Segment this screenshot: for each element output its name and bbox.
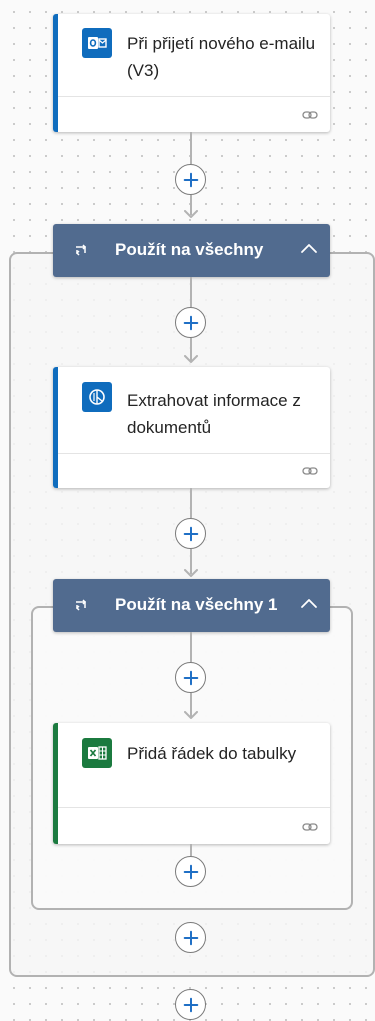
connector-line [190,132,192,164]
connector-line [190,632,192,662]
add-step-button[interactable] [175,856,206,887]
connection-icon[interactable] [302,110,318,120]
plus-icon [182,863,200,881]
card-divider [58,96,330,97]
plus-icon [182,996,200,1014]
extract-accent [53,367,58,488]
connector-line [190,844,192,856]
connection-icon[interactable] [302,822,318,832]
connector-line [190,277,192,307]
add-step-button[interactable] [175,164,206,195]
scope-header-2[interactable]: Použít na všechny 1 [53,579,330,632]
add-step-button[interactable] [175,307,206,338]
arrow-down-icon [184,569,198,578]
extract-card[interactable]: Extrahovat informace z dokumentů [53,367,330,488]
extract-title: Extrahovat informace z dokumentů [127,391,301,437]
excel-title: Přidá řádek do tabulky [127,744,297,763]
scope-header-1[interactable]: Použít na všechny [53,224,330,277]
scope-label-1: Použít na všechny [115,240,264,259]
add-step-button[interactable] [175,662,206,693]
plus-icon [182,314,200,332]
add-step-button[interactable] [175,989,206,1020]
add-step-button[interactable] [175,922,206,953]
plus-icon [182,525,200,543]
excel-card[interactable]: Přidá řádek do tabulky [53,723,330,844]
scope-label-2: Použít na všechny 1 [115,595,278,614]
chevron-up-icon[interactable] [298,238,320,260]
loop-icon [73,244,89,256]
chevron-up-icon[interactable] [298,593,320,615]
plus-icon [182,669,200,687]
arrow-down-icon [184,210,198,219]
trigger-card[interactable]: Při přijetí nového e-mailu (V3) [53,14,330,132]
excel-icon [82,738,112,768]
card-divider [58,453,330,454]
plus-icon [182,929,200,947]
plus-icon [182,171,200,189]
excel-accent [53,723,58,844]
loop-icon [73,599,89,611]
ai-builder-icon [82,382,112,412]
trigger-accent [53,14,58,132]
card-divider [58,807,330,808]
arrow-down-icon [184,711,198,720]
connector-line [190,488,192,518]
arrow-down-icon [184,355,198,364]
add-step-button[interactable] [175,518,206,549]
outlook-icon [82,28,112,58]
trigger-title: Při přijetí nového e-mailu (V3) [127,34,316,80]
connection-icon[interactable] [302,466,318,476]
